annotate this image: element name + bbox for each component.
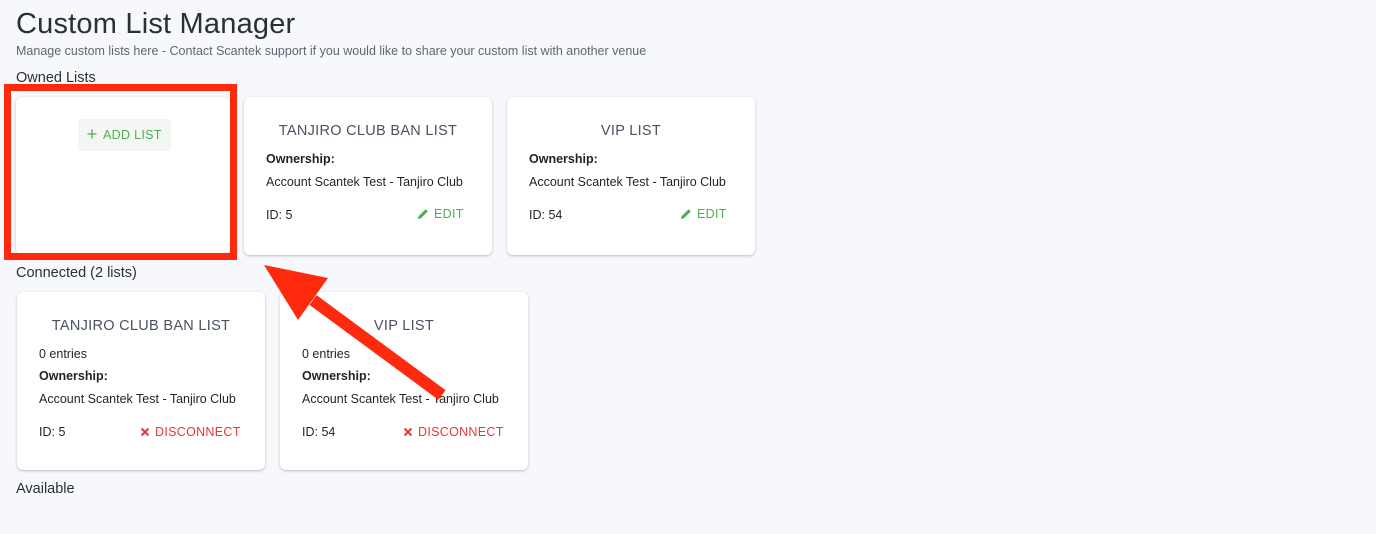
page-subtitle: Manage custom lists here - Contact Scant…	[16, 44, 647, 58]
list-id: ID: 54	[302, 425, 336, 439]
entry-count: 0 entries	[302, 347, 350, 361]
owned-list-card: TANJIRO CLUB BAN LIST Ownership: Account…	[244, 97, 492, 255]
connected-list-card: TANJIRO CLUB BAN LIST 0 entries Ownershi…	[17, 292, 265, 470]
pencil-icon	[680, 208, 692, 220]
list-id: ID: 5	[39, 425, 66, 439]
ownership-label: Ownership:	[266, 152, 335, 166]
close-icon	[403, 427, 413, 437]
page-title: Custom List Manager	[16, 8, 296, 40]
edit-label: EDIT	[434, 207, 464, 221]
entry-count: 0 entries	[39, 347, 87, 361]
list-id: ID: 5	[266, 208, 293, 222]
disconnect-button[interactable]: DISCONNECT	[140, 425, 241, 439]
owned-list-card: VIP LIST Ownership: Account Scantek Test…	[507, 97, 755, 255]
list-title: VIP LIST	[600, 123, 662, 139]
add-list-card: ADD LIST	[16, 97, 230, 255]
disconnect-label: DISCONNECT	[418, 425, 504, 439]
edit-button[interactable]: EDIT	[680, 207, 727, 221]
close-icon	[140, 427, 150, 437]
disconnect-button[interactable]: DISCONNECT	[403, 425, 504, 439]
owned-lists-label: Owned Lists	[16, 70, 96, 86]
ownership-label: Ownership:	[302, 369, 371, 383]
available-lists-label: Available	[16, 481, 75, 497]
add-list-button[interactable]: ADD LIST	[78, 119, 171, 151]
edit-label: EDIT	[697, 207, 727, 221]
ownership-value: Account Scantek Test - Tanjiro Club	[266, 175, 463, 189]
list-title: TANJIRO CLUB BAN LIST	[51, 318, 231, 334]
ownership-label: Ownership:	[529, 152, 598, 166]
ownership-label: Ownership:	[39, 369, 108, 383]
disconnect-label: DISCONNECT	[155, 425, 241, 439]
connected-list-card: VIP LIST 0 entries Ownership: Account Sc…	[280, 292, 528, 470]
list-id: ID: 54	[529, 208, 563, 222]
connected-lists-label: Connected (2 lists)	[16, 265, 137, 281]
plus-icon	[87, 128, 97, 142]
ownership-value: Account Scantek Test - Tanjiro Club	[39, 392, 236, 406]
ownership-value: Account Scantek Test - Tanjiro Club	[529, 175, 726, 189]
list-title: TANJIRO CLUB BAN LIST	[278, 123, 458, 139]
list-title: VIP LIST	[373, 318, 435, 334]
add-list-label: ADD LIST	[103, 128, 162, 142]
edit-button[interactable]: EDIT	[417, 207, 464, 221]
ownership-value: Account Scantek Test - Tanjiro Club	[302, 392, 499, 406]
pencil-icon	[417, 208, 429, 220]
